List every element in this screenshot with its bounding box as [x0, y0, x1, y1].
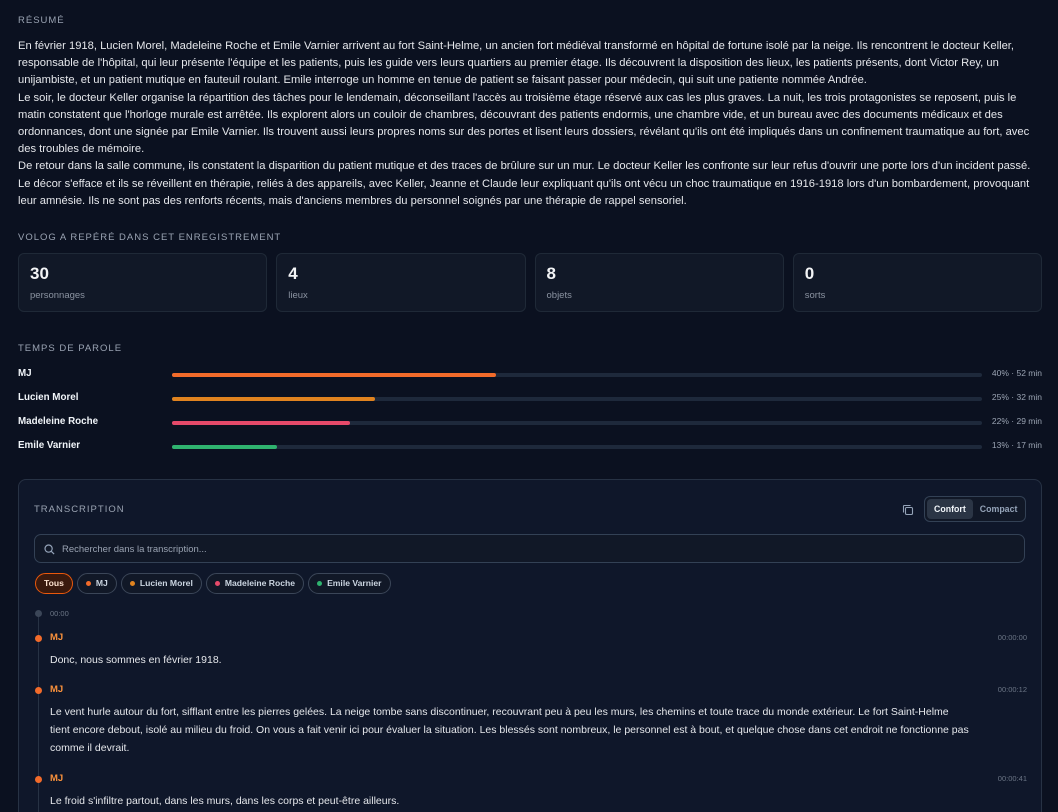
- view-mode-compact-button[interactable]: Compact: [973, 499, 1025, 519]
- speaker-bar-fill: [172, 397, 375, 401]
- speaking-time-label: TEMPS DE PAROLE: [18, 343, 123, 354]
- speaker-stat: 40% · 52 min: [991, 368, 1042, 378]
- transcription-panel: TRANSCRIPTION Confort Compact Tous MJ Lu…: [18, 479, 1042, 812]
- stat-card-spells: 0 sorts: [792, 253, 1042, 312]
- filter-chip-mj[interactable]: MJ: [76, 573, 117, 594]
- speaker-bar-fill: [172, 373, 496, 377]
- stat-card-objects: 8 objets: [534, 253, 784, 312]
- search-icon: [44, 544, 55, 555]
- speaker-name: MJ: [18, 368, 32, 379]
- filter-chip-madeleine-roche[interactable]: Madeleine Roche: [205, 573, 305, 594]
- speaker-name: Madeleine Roche: [18, 416, 99, 427]
- copy-icon[interactable]: [901, 503, 915, 517]
- summary-paragraph: De retour dans la salle commune, ils con…: [18, 160, 1031, 207]
- speaker-bar-fill: [172, 421, 351, 425]
- transcription-title: TRANSCRIPTION: [34, 504, 125, 515]
- speaker-color-dot: [85, 581, 91, 586]
- speaker-bar-track: [172, 421, 982, 425]
- entry-text: Donc, nous sommes en février 1918.: [50, 654, 222, 666]
- speaker-dot: [35, 635, 42, 642]
- timeline-start-time: 00:00: [50, 609, 69, 618]
- transcript-entry: MJ 00:00:12 Le vent hurle autour du fort…: [35, 684, 1027, 754]
- speaker-bar-track: [172, 445, 982, 449]
- speaker-stat: 13% · 17 min: [991, 440, 1042, 450]
- stat-value: 8: [546, 264, 556, 283]
- stat-card-places: 4 lieux: [276, 253, 526, 312]
- summary-label: RÉSUMÉ: [18, 15, 65, 26]
- entry-speaker[interactable]: MJ: [50, 773, 63, 784]
- detected-label: VOLOG A REPÉRÉ DANS CET ENREGISTREMENT: [18, 232, 282, 243]
- entry-timestamp[interactable]: 00:00:12: [998, 685, 1027, 694]
- speaker-name: Emile Varnier: [18, 440, 81, 451]
- transcript-entry: MJ 00:00:00 Donc, nous sommes en février…: [35, 632, 1027, 666]
- transcript-entry: MJ 00:00:41 Le froid s'infiltre partout,…: [35, 773, 1027, 807]
- speaker-stat: 22% · 29 min: [991, 416, 1042, 426]
- stat-label: objets: [546, 290, 572, 301]
- chip-label: Tous: [44, 578, 64, 588]
- speaker-dot: [35, 687, 42, 694]
- speaker-bar-fill: [172, 445, 278, 449]
- filter-chip-emile-varnier[interactable]: Emile Varnier: [308, 573, 391, 594]
- speaker-color-dot: [129, 581, 135, 586]
- view-mode-toggle: Confort Compact: [924, 496, 1026, 522]
- stat-value: 0: [804, 264, 815, 283]
- entry-speaker[interactable]: MJ: [50, 632, 63, 643]
- view-mode-confort-button[interactable]: Confort: [927, 499, 973, 519]
- chip-label: Lucien Morel: [139, 578, 193, 588]
- summary-paragraph: En février 1918, Lucien Morel, Madeleine…: [18, 40, 1015, 87]
- speaker-bar-track: [172, 397, 982, 401]
- entry-timestamp[interactable]: 00:00:00: [998, 633, 1027, 642]
- stat-label: personnages: [30, 290, 85, 301]
- chip-label: MJ: [95, 578, 108, 588]
- speaker-row: Lucien Morel 25% · 32 min: [18, 392, 1042, 406]
- speaker-color-dot: [317, 581, 323, 586]
- stats-row: 30 personnages 4 lieux 8 objets 0 sorts: [18, 253, 1042, 312]
- stat-label: sorts: [804, 290, 826, 301]
- speaker-color-dot: [214, 581, 220, 586]
- filter-chip-lucien-morel[interactable]: Lucien Morel: [120, 573, 202, 594]
- chip-label: Madeleine Roche: [224, 578, 296, 588]
- chip-label: Emile Varnier: [327, 578, 382, 588]
- speaker-row: Madeleine Roche 22% · 29 min: [18, 416, 1042, 430]
- filter-chip-all[interactable]: Tous: [35, 573, 73, 594]
- stat-value: 30: [30, 264, 49, 283]
- timeline-start-dot: [35, 610, 42, 617]
- speaker-dot: [35, 776, 42, 783]
- search-input[interactable]: [62, 541, 1012, 557]
- speaker-bar-track: [172, 373, 982, 377]
- speaker-name: Lucien Morel: [18, 392, 79, 403]
- stat-value: 4: [288, 264, 298, 283]
- summary-paragraph: Le soir, le docteur Keller organise la r…: [18, 91, 1030, 156]
- entry-speaker[interactable]: MJ: [50, 684, 63, 695]
- speaker-filter-chips: Tous MJ Lucien Morel Madeleine Roche Emi…: [35, 573, 391, 594]
- entry-text: Le froid s'infiltre partout, dans les mu…: [50, 795, 400, 807]
- speaker-stat: 25% · 32 min: [991, 392, 1042, 402]
- stat-label: lieux: [288, 290, 308, 301]
- stat-card-characters: 30 personnages: [18, 253, 268, 312]
- summary-text: En février 1918, Lucien Morel, Madeleine…: [18, 38, 1044, 210]
- entry-text: Le vent hurle autour du fort, sifflant e…: [50, 706, 969, 754]
- entry-timestamp[interactable]: 00:00:41: [998, 774, 1027, 783]
- search-box: [34, 534, 1025, 563]
- speaker-row: MJ 40% · 52 min: [18, 368, 1042, 382]
- speaker-row: Emile Varnier 13% · 17 min: [18, 440, 1042, 454]
